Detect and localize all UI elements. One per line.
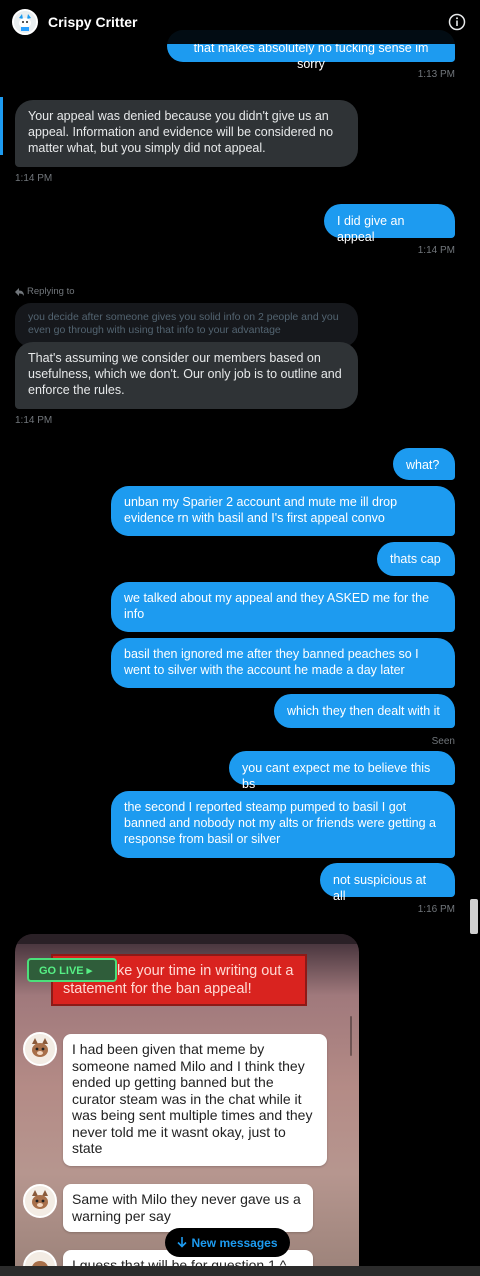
message-time: 1:14 PM [15, 173, 53, 184]
message-bubble[interactable]: the second I reported steamp pumped to b… [111, 791, 455, 858]
scrollbar-thumb[interactable] [470, 899, 478, 934]
image-message: Same with Milo they never gave us a warn… [63, 1184, 313, 1232]
avatar-image [25, 1034, 55, 1064]
new-messages-button[interactable]: New messages [165, 1228, 290, 1257]
reply-arrow-icon [15, 287, 24, 296]
info-icon[interactable] [448, 13, 466, 31]
message-text: I did give an appeal [337, 214, 405, 244]
replying-label-text: Replying to [27, 286, 75, 297]
message-bubble[interactable]: Your appeal was denied because you didn'… [15, 100, 358, 167]
banner-line-2: statement for the ban appeal! [63, 981, 252, 997]
message-bubble[interactable]: you cant expect me to believe this bs [229, 751, 455, 791]
message-text: unban my Sparier 2 account and mute me i… [124, 495, 398, 525]
banner-line-1: ke your time in writing out a [117, 963, 294, 979]
quoted-text: you decide after someone gives you solid… [28, 311, 339, 336]
replying-to-label: Replying to [15, 286, 75, 297]
message-text: Your appeal was denied because you didn'… [28, 109, 334, 155]
message-bubble[interactable]: unban my Sparier 2 account and mute me i… [111, 486, 455, 536]
message-text: what? [406, 458, 440, 472]
quoted-message[interactable]: you decide after someone gives you solid… [15, 303, 358, 347]
message-text: not suspicious at all [333, 873, 427, 903]
avatar-image [14, 11, 36, 33]
message-time: 1:16 PM [417, 904, 455, 915]
message-time: 1:14 PM [15, 415, 53, 426]
message-text: that makes absolutely no fucking sense i… [193, 41, 429, 71]
avatar [23, 1184, 57, 1218]
image-message-text: Same with Milo they never gave us a warn… [72, 1191, 301, 1224]
message-time: 1:13 PM [417, 69, 455, 80]
avatar [23, 1032, 57, 1066]
bottom-bar [0, 1266, 480, 1276]
message-bubble[interactable]: not suspicious at all [320, 863, 455, 903]
message-bubble[interactable]: we talked about my appeal and they ASKED… [111, 582, 455, 632]
message-bubble[interactable]: thats cap [377, 542, 455, 576]
image-message: I had been given that meme by someone na… [63, 1034, 327, 1166]
message-text: the second I reported steamp pumped to b… [124, 800, 437, 846]
message-bubble[interactable]: That's assuming we consider our members … [15, 342, 358, 409]
message-text: which they then dealt with it [287, 704, 440, 718]
message-text: basil then ignored me after they banned … [124, 647, 419, 677]
scrollbar[interactable] [468, 44, 480, 1276]
avatar[interactable] [12, 9, 38, 35]
message-text: That's assuming we consider our members … [28, 351, 342, 397]
image-top-strip [15, 934, 359, 944]
message-bubble[interactable]: which they then dealt with it [274, 694, 455, 728]
message-text: we talked about my appeal and they ASKED… [124, 591, 430, 621]
avatar-image [25, 1186, 55, 1216]
message-bubble[interactable]: basil then ignored me after they banned … [111, 638, 455, 688]
message-bubble[interactable]: what? [393, 448, 455, 480]
image-scroll-indicator [350, 1016, 352, 1056]
message-text: you cant expect me to believe this bs [242, 761, 431, 791]
seen-status: Seen [431, 736, 455, 747]
image-attachment[interactable]: ke your time in writing out a statement … [15, 934, 359, 1276]
message-text: thats cap [390, 552, 441, 566]
conversation-title[interactable]: Crispy Critter [48, 14, 137, 30]
go-live-button[interactable]: GO LIVE ▸ [27, 958, 117, 982]
down-arrow-icon [177, 1237, 188, 1248]
message-bubble[interactable]: I did give an appeal [324, 204, 455, 244]
new-messages-label: New messages [191, 1235, 278, 1250]
image-message-text: I had been given that meme by someone na… [72, 1041, 313, 1156]
message-time: 1:14 PM [417, 245, 455, 256]
conversation-header: Crispy Critter [0, 0, 480, 44]
selection-indicator [0, 97, 3, 155]
